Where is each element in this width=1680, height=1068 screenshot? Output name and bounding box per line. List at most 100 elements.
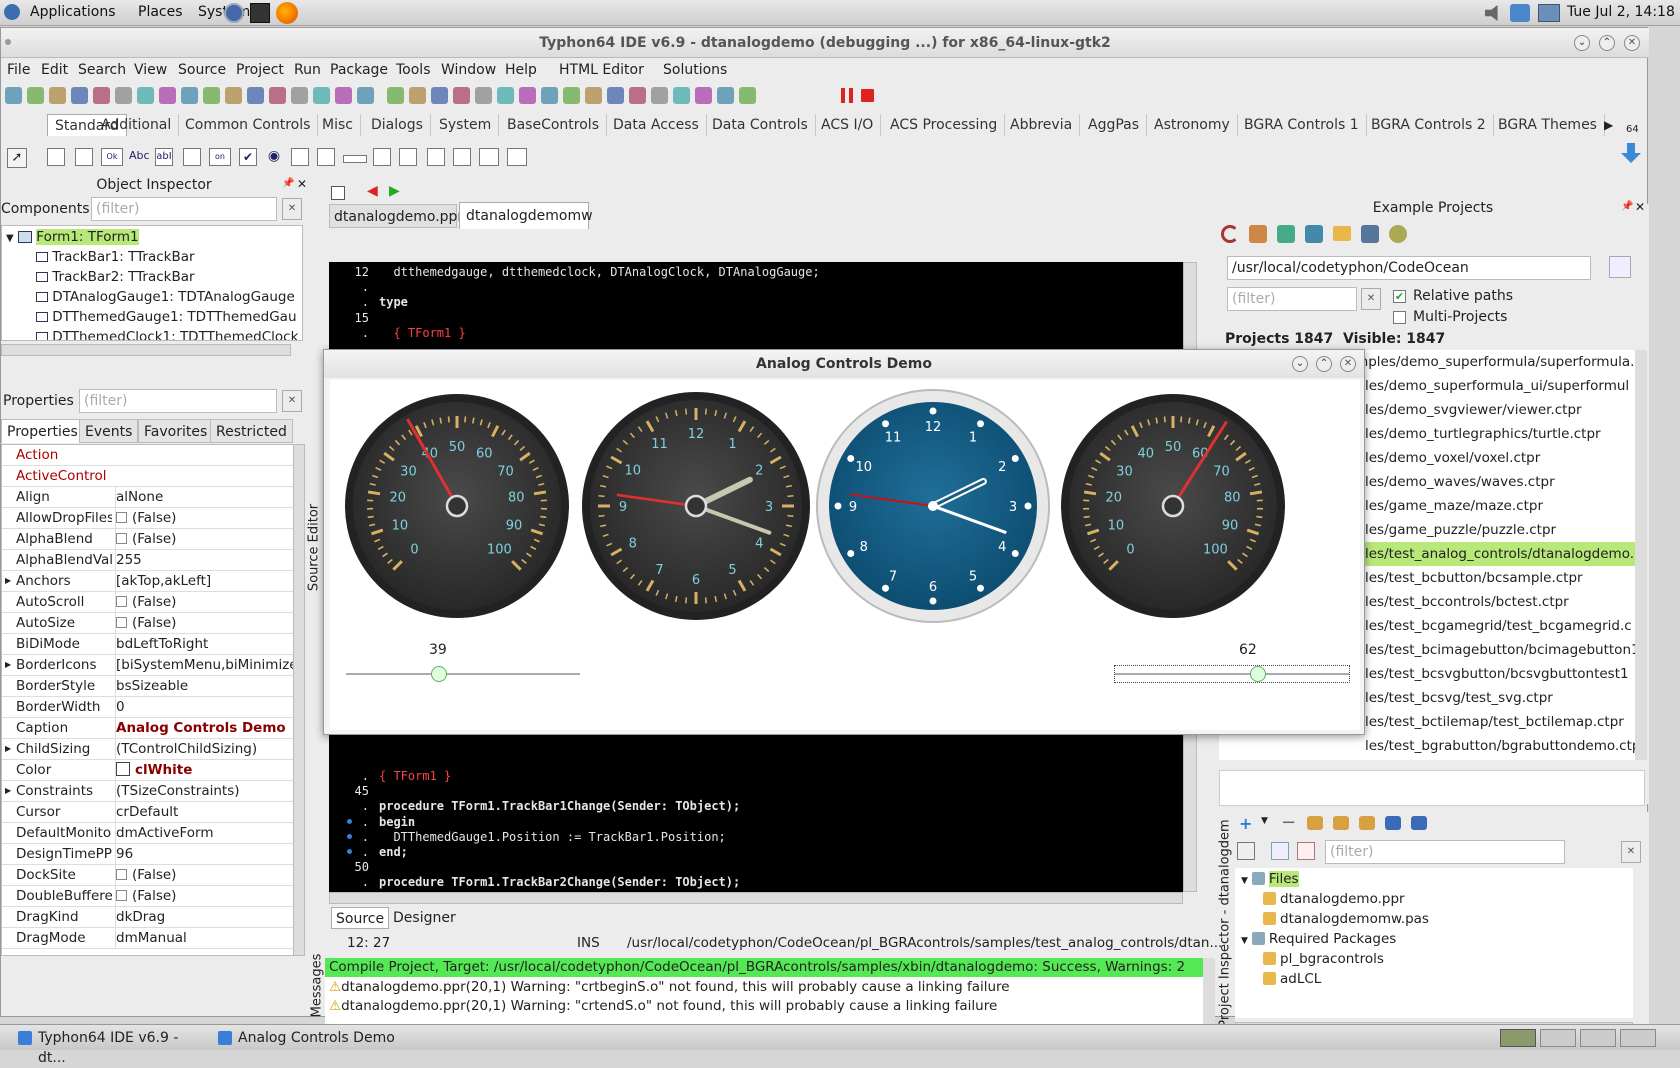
task-analog-demo[interactable]: Analog Controls Demo [216, 1028, 416, 1048]
property-value[interactable]: Analog Controls Demo [115, 718, 295, 738]
property-value[interactable]: (TSizeConstraints) [115, 781, 295, 801]
radiobutton-icon[interactable]: ◉ [265, 148, 283, 166]
editor-tab-ppr[interactable]: dtanalogdemo.ppr [329, 204, 457, 228]
relative-paths-checkbox[interactable]: ✔ [1393, 290, 1406, 303]
property-row[interactable]: DockSite(False) [2, 865, 295, 886]
tab-restricted[interactable]: Restricted [210, 419, 293, 443]
expand-icon[interactable]: ▶ [5, 571, 11, 591]
checkbox-icon[interactable] [116, 533, 127, 544]
toolbar-button-icon[interactable] [695, 87, 712, 104]
property-row[interactable]: BorderStylebsSizeable [2, 676, 295, 697]
workspace-2[interactable] [1540, 1029, 1576, 1047]
actionlist-icon[interactable] [507, 148, 527, 166]
tree-row-form1[interactable]: ▼ Form1: TForm1 [6, 228, 139, 247]
code-line[interactable]: procedure TForm1.TrackBar2Change(Sender:… [379, 875, 740, 889]
property-value[interactable]: clWhite [115, 760, 295, 780]
message-warning-2[interactable]: ⚠dtanalogdemo.ppr(20,1) Warning: "crtend… [329, 998, 997, 1014]
task-typhon-ide[interactable]: Typhon64 IDE v6.9 - dt... [16, 1028, 206, 1048]
find-icon[interactable] [1385, 816, 1401, 830]
expand-icon[interactable]: ▶ [5, 739, 11, 759]
property-value[interactable]: (False) [115, 592, 295, 612]
property-row[interactable]: CursorcrDefault [2, 802, 295, 823]
tab-dialogs[interactable]: Dialogs [364, 114, 431, 136]
pause-icon[interactable] [841, 88, 853, 103]
tab-acs-processing[interactable]: ACS Processing [883, 114, 1005, 136]
expand-icon[interactable]: ▶ [5, 655, 11, 675]
menu-source[interactable]: Source [178, 62, 226, 78]
toolbar-button-icon[interactable] [431, 87, 448, 104]
tab-aggpas[interactable]: AggPas [1081, 114, 1147, 136]
property-value[interactable]: (False) [115, 865, 295, 885]
code-line[interactable]: { TForm1 } [379, 769, 451, 783]
tree-view-icon[interactable] [1271, 842, 1289, 860]
toolbar-button-icon[interactable] [269, 87, 286, 104]
property-value[interactable]: dmManual [115, 928, 295, 948]
firefox-icon[interactable] [276, 2, 298, 24]
tab-bgra-themes[interactable]: BGRA Themes [1491, 114, 1605, 136]
toolbar-button-icon[interactable] [607, 87, 624, 104]
toolbar-button-icon[interactable] [475, 87, 492, 104]
tab-events[interactable]: Events [79, 419, 138, 443]
install-icon[interactable] [1359, 816, 1375, 830]
property-row[interactable]: AlphaBlend(False) [2, 529, 295, 550]
tree-row-trackbar2[interactable]: TrackBar2: TTrackBar [36, 268, 195, 287]
back-icon[interactable]: ◀ [367, 183, 378, 199]
property-row[interactable]: ActiveControl [2, 466, 295, 487]
toolbar-button-icon[interactable] [453, 87, 470, 104]
browse-folder-icon[interactable] [1609, 256, 1631, 278]
toolbar-button-icon[interactable] [159, 87, 176, 104]
tab-data-access[interactable]: Data Access [606, 114, 707, 136]
palette-scroll-right-icon[interactable]: ▶ [1604, 118, 1613, 132]
memo-icon[interactable] [183, 148, 201, 166]
property-value[interactable]: (False) [115, 529, 295, 549]
button-icon[interactable]: Ok [101, 148, 123, 166]
toolbar-button-icon[interactable] [519, 87, 536, 104]
tab-additional[interactable]: Additional [94, 114, 179, 136]
toolbar-button-icon[interactable] [335, 87, 352, 104]
property-value[interactable]: dkDrag [115, 907, 295, 927]
listbox-icon[interactable] [291, 148, 309, 166]
clear-filter-icon[interactable]: ✕ [282, 198, 302, 220]
property-value[interactable]: dmActiveForm [115, 823, 295, 843]
tab-misc[interactable]: Misc [315, 114, 361, 136]
checkbox-icon[interactable] [116, 617, 127, 628]
code-line[interactable]: type [379, 295, 408, 309]
checkbox-icon[interactable] [116, 869, 127, 880]
clear-project-filter-icon[interactable]: ✕ [1621, 841, 1641, 863]
workspace-4[interactable] [1620, 1029, 1656, 1047]
settings-icon[interactable] [1389, 225, 1407, 243]
more-icon[interactable] [1411, 816, 1427, 830]
code-line[interactable]: begin [379, 815, 415, 829]
applications-menu[interactable]: Applications [30, 4, 116, 20]
editor-tab-mw[interactable]: dtanalogdemomw [459, 202, 589, 229]
explorer-icon[interactable] [1361, 225, 1379, 243]
toolbar-button-icon[interactable] [291, 87, 308, 104]
code-line[interactable]: procedure TForm1.TrackBar1Change(Sender:… [379, 799, 740, 813]
menu-project[interactable]: Project [236, 62, 284, 78]
project-tree-item[interactable]: adLCL [1263, 970, 1321, 989]
property-row[interactable]: ▶ChildSizing(TControlChildSizing) [2, 739, 295, 760]
projects-filter[interactable]: (filter) [1227, 287, 1357, 311]
property-value[interactable]: (TControlChildSizing) [115, 739, 295, 759]
terminal-icon[interactable] [250, 3, 270, 23]
property-row[interactable]: AlphaBlendValue255 [2, 550, 295, 571]
toolbar-button-icon[interactable] [247, 87, 264, 104]
property-row[interactable]: ▶BorderIcons[biSystemMenu,biMinimize [2, 655, 295, 676]
tab-properties[interactable]: Properties [1, 419, 84, 443]
editor-tab-source[interactable]: Source [331, 907, 389, 929]
scrollbar-icon[interactable] [343, 155, 367, 163]
pointer-tool-icon[interactable]: ➚ [7, 148, 27, 168]
minimize-icon[interactable]: ⌄ [1292, 356, 1308, 372]
clear-props-filter-icon[interactable]: ✕ [282, 390, 302, 412]
compile-icon[interactable] [1333, 816, 1349, 830]
menu-window[interactable]: Window [441, 62, 496, 78]
refresh-icon[interactable] [1221, 225, 1239, 243]
tab-system[interactable]: System [432, 114, 499, 136]
editor-toolbar-icon[interactable] [331, 186, 345, 200]
checkbox-icon[interactable] [116, 596, 127, 607]
toolbar-button-icon[interactable] [93, 87, 110, 104]
remove-file-icon[interactable]: − [1281, 812, 1296, 833]
toolbar-button-icon[interactable] [49, 87, 66, 104]
expand-icon[interactable]: ▶ [5, 781, 11, 801]
radiogroup-icon[interactable] [399, 148, 417, 166]
